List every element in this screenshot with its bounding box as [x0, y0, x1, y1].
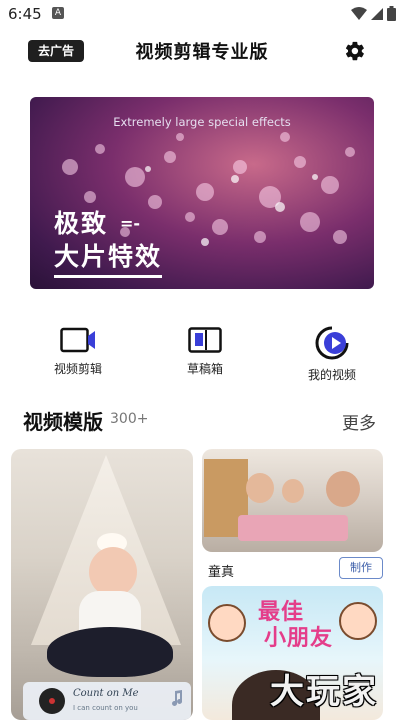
wifi-icon	[351, 6, 367, 20]
cartoon-face-left	[208, 604, 246, 642]
cartoon-face-right	[339, 602, 377, 640]
kid-figure	[246, 473, 274, 503]
template-label: 童真	[208, 565, 235, 580]
music-card: Count on Me I can count on you	[23, 682, 191, 720]
table-shape	[238, 515, 348, 541]
kid-figure	[326, 471, 360, 507]
video-edit-action[interactable]: 视频剪辑	[28, 326, 128, 377]
play-circle-icon	[315, 326, 349, 360]
more-link[interactable]: 更多	[342, 409, 376, 434]
my-videos-action[interactable]: 我的视频	[282, 326, 382, 383]
kid-figure	[282, 479, 304, 503]
banner-title-line1: 极致	[54, 209, 109, 238]
drafts-action[interactable]: 草稿箱	[155, 326, 255, 377]
signal-icon	[371, 7, 383, 20]
notification-icon: A	[52, 7, 64, 19]
app-bar: 去广告 视频剪辑专业版	[0, 36, 404, 70]
baby-head	[89, 547, 137, 597]
battery-icon	[387, 6, 396, 21]
watermark-text: 大玩家	[270, 672, 378, 712]
music-title: Count on Me	[73, 688, 139, 699]
vinyl-disc-icon	[39, 688, 65, 714]
template-card-baby[interactable]: Count on Me I can count on you	[11, 449, 193, 720]
section-title: 视频模版	[23, 410, 103, 434]
video-edit-label: 视频剪辑	[53, 362, 102, 376]
banner-dash: =-	[120, 214, 141, 233]
banner-title-line2: 大片特效	[54, 237, 163, 278]
status-bar: 6:45 A	[0, 0, 404, 28]
section-count: 300+	[110, 411, 149, 427]
promo-banner[interactable]: Extremely large special effects 极致 =- 大片…	[30, 97, 374, 289]
status-icons	[351, 6, 396, 21]
make-button[interactable]: 制作	[339, 557, 383, 579]
banner-subtitle: Extremely large special effects	[113, 115, 291, 129]
gear-icon[interactable]	[344, 40, 366, 62]
music-note-icon	[172, 690, 183, 706]
status-time: 6:45	[8, 5, 42, 23]
my-videos-label: 我的视频	[307, 368, 356, 382]
template-card-kids[interactable]	[202, 449, 383, 552]
baby-skirt	[47, 627, 173, 677]
drafts-icon	[188, 327, 222, 353]
best-text-line2: 小朋友	[264, 626, 334, 651]
music-subtitle: I can count on you	[73, 704, 138, 712]
video-camera-icon	[60, 327, 95, 353]
drafts-label: 草稿箱	[186, 362, 223, 376]
